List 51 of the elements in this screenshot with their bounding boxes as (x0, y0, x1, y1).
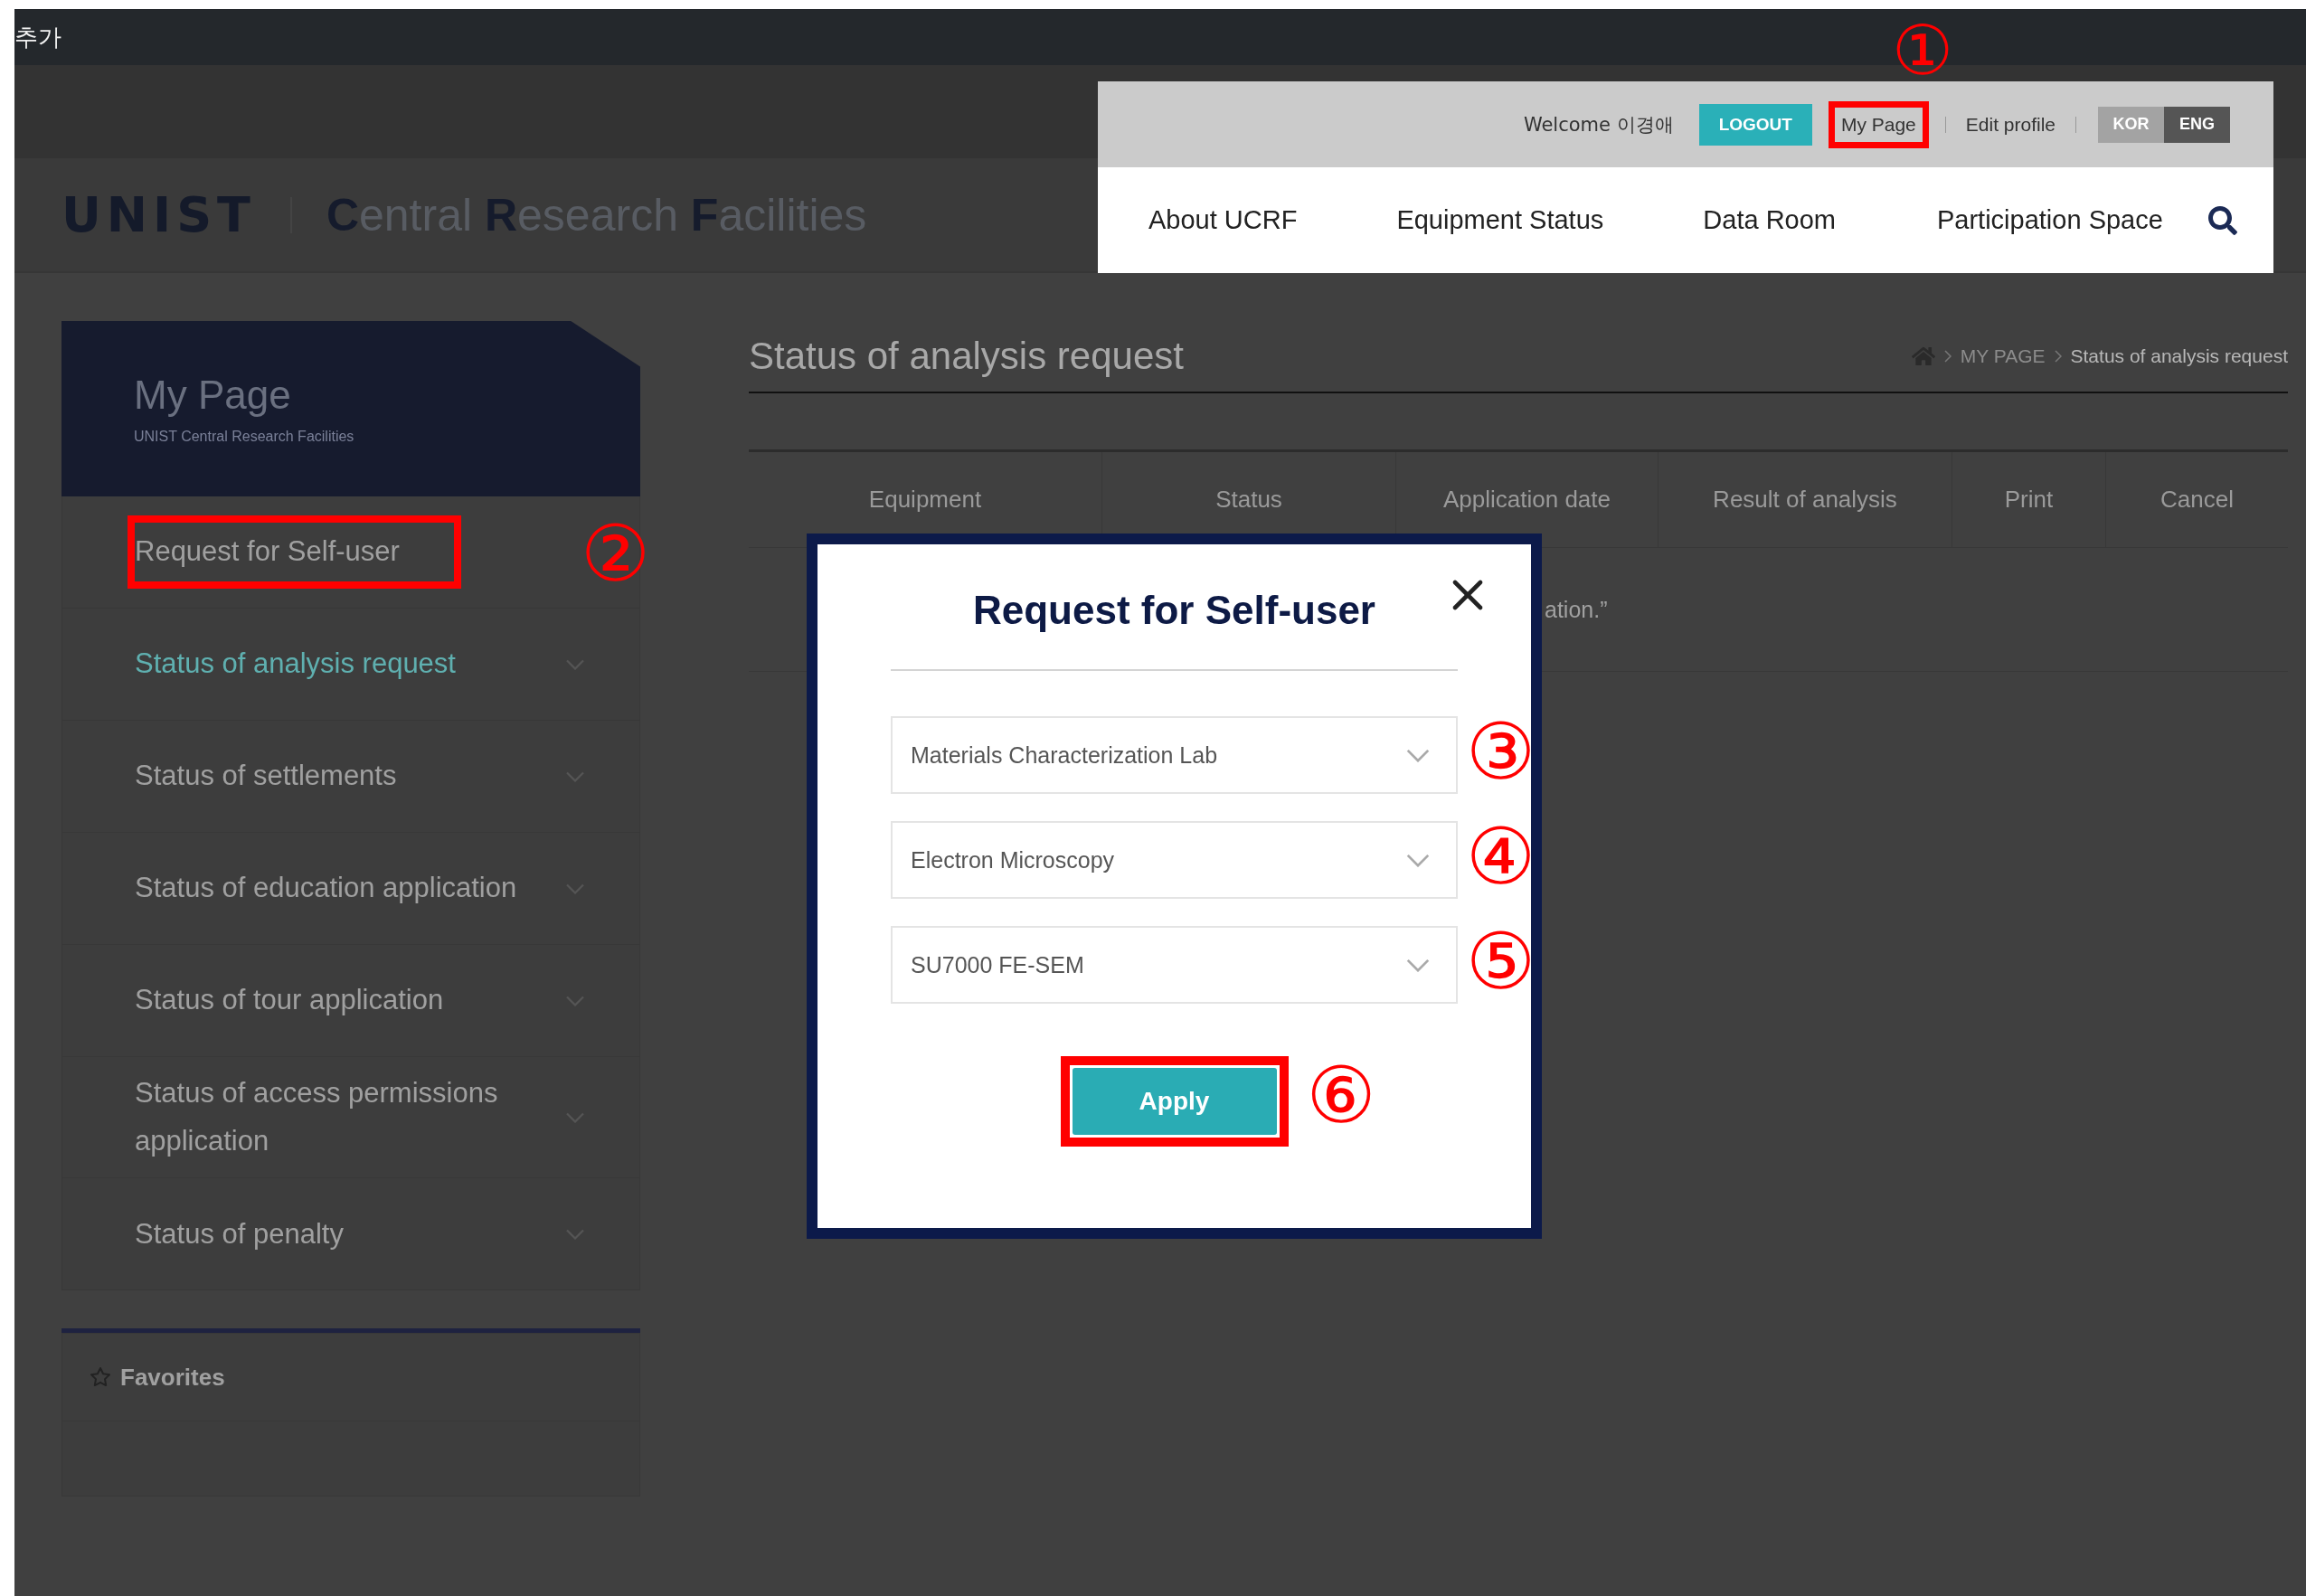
nav-link[interactable]: Participation Space (1937, 205, 2163, 235)
chevron-down-icon (1405, 958, 1431, 972)
dropdown[interactable]: Materials Characterization Lab (891, 716, 1458, 794)
language-toggle[interactable]: ENG (2164, 106, 2230, 143)
chevron-down-icon (565, 770, 585, 782)
sidebar-subtitle: UNIST Central Research Facilities (134, 429, 355, 445)
sidebar-item[interactable]: Status of education application (61, 833, 640, 945)
dialog-title: Request for Self-user (973, 588, 1375, 633)
column-header: Print (1952, 452, 2105, 548)
sidebar-item[interactable]: Status of tour application (61, 945, 640, 1057)
nav-link[interactable]: About UCRF (1148, 205, 1298, 235)
sidebar-item[interactable]: Status of analysis request (61, 609, 640, 721)
chevron-down-icon (1405, 748, 1431, 762)
chevron-down-icon (565, 1111, 585, 1123)
dropdown[interactable]: Electron Microscopy (891, 821, 1458, 899)
welcome-text: Welcome 이경애 (1523, 112, 1674, 137)
breadcrumb-link[interactable]: MY PAGE (1960, 345, 2046, 367)
sidebar-item[interactable]: Status of settlements (61, 721, 640, 833)
chevron-down-icon (565, 658, 585, 670)
logout-button[interactable]: LOGOUT (1698, 103, 1812, 146)
nav-link[interactable]: Equipment Status (1396, 205, 1604, 235)
sidebar-item[interactable]: Status of access permissions application (61, 1057, 640, 1179)
sidebar-title: My Page (134, 373, 292, 418)
favorites-label: Favorites (120, 1363, 225, 1392)
callout-number: ⑥ (1306, 1056, 1376, 1134)
chevron-right-icon (2054, 350, 2062, 363)
callout-number: ④ (1466, 817, 1536, 895)
column-header: Result of analysis (1658, 452, 1952, 548)
chevron-down-icon (565, 1228, 585, 1240)
chevron-down-icon (565, 883, 585, 894)
chevron-down-icon (1405, 853, 1431, 867)
breadcrumb-link[interactable]: Status of analysis request (2070, 345, 2288, 367)
nav-link[interactable]: Data Room (1703, 205, 1836, 235)
dropdown[interactable]: SU7000 FE-SEM (891, 926, 1458, 1004)
empty-message: ation.” (1545, 596, 1608, 623)
star-icon (90, 1366, 111, 1389)
edit-profile-link[interactable]: Edit profile (1961, 109, 2059, 139)
my-page-link[interactable]: My Page (1837, 109, 1920, 139)
callout-number: ③ (1466, 713, 1536, 790)
page-title: Status of analysis request (749, 335, 1184, 378)
callout-number: ② (581, 515, 651, 592)
apply-button[interactable]: Apply (1072, 1068, 1277, 1135)
column-header: Cancel (2105, 452, 2288, 548)
callout-number: ① (1891, 15, 1954, 85)
search-icon[interactable] (2208, 205, 2237, 235)
chevron-down-icon (565, 995, 585, 1006)
chevron-right-icon (1943, 350, 1952, 363)
window-title: 추가 (14, 22, 61, 52)
callout-number: ⑤ (1466, 922, 1536, 1000)
highlight-frame: Request for Self-user (128, 515, 461, 589)
sidebar-item[interactable]: Status of penalty (61, 1178, 640, 1291)
